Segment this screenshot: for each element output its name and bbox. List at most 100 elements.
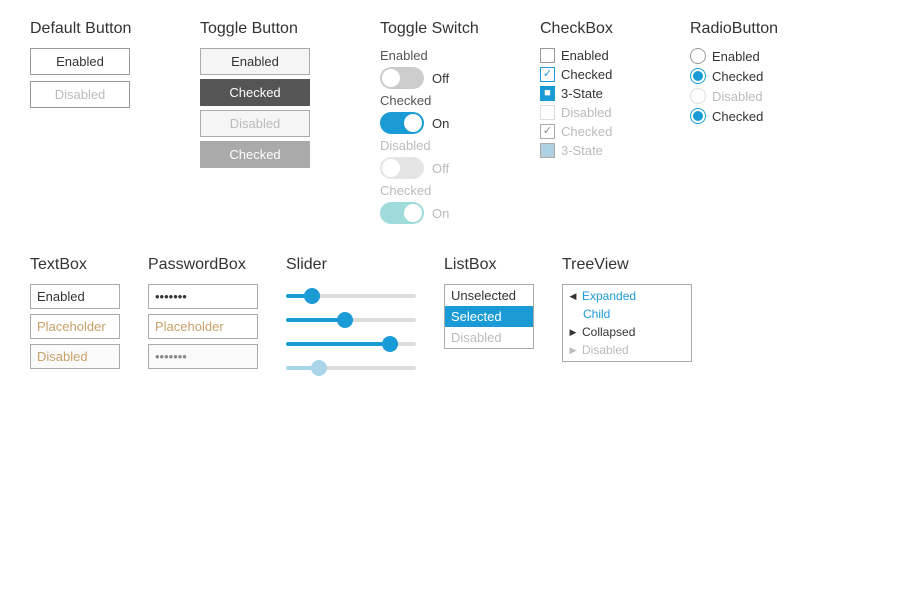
bottom-row: TextBox PasswordBox Slider (30, 256, 870, 380)
checkbox-row-disabled-tristate: ■ 3-State (540, 143, 603, 158)
slider-title: Slider (286, 256, 327, 274)
listbox: Unselected Selected Disabled (444, 284, 534, 349)
slider-track-1[interactable] (286, 294, 416, 298)
section-passwordbox: PasswordBox (148, 256, 258, 380)
radio-label-checked: Checked (712, 69, 763, 84)
radio-enabled[interactable] (690, 48, 706, 64)
tree-item-child[interactable]: Child (563, 305, 691, 323)
checkbox-label-disabled-checked: Checked (561, 124, 612, 139)
passwordbox-placeholder[interactable] (148, 314, 258, 339)
radio-inner-checked (693, 71, 703, 81)
tree-arrow-disabled-icon: ▶ (567, 344, 579, 356)
checkmark-icon: ✓ (543, 69, 552, 80)
toggle-button-disabled: Disabled (200, 110, 310, 137)
section-toggle-button: Toggle Button Enabled Checked Disabled C… (200, 20, 350, 226)
tree-arrow-collapsed-icon: ▶ (567, 326, 579, 338)
treeview: ◀ Expanded Child ▶ Collapsed ▶ Disabled (562, 284, 692, 362)
checkbox-label-disabled: Disabled (561, 105, 612, 120)
checkbox-label-checked: Checked (561, 67, 612, 82)
tree-item-disabled: ▶ Disabled (563, 341, 691, 359)
default-button-disabled: Disabled (30, 81, 130, 108)
switch-thumb-disabled-on (404, 204, 422, 222)
toggle-button-checked-dark[interactable]: Checked (200, 79, 310, 106)
toggle-button-checked-gray[interactable]: Checked (200, 141, 310, 168)
switch-label-on: On (432, 116, 482, 131)
passwordbox-title: PasswordBox (148, 256, 246, 274)
listbox-title: ListBox (444, 256, 496, 274)
top-row: Default Button Enabled Disabled Toggle B… (30, 20, 870, 226)
switch-disabled-off (380, 157, 424, 179)
checkbox-row-checked: ✓ Checked (540, 67, 612, 82)
switch-row-disabled-on: On (380, 202, 482, 224)
tree-label-child: Child (583, 307, 610, 321)
tree-item-expanded[interactable]: ◀ Expanded (563, 287, 691, 305)
section-toggle-switch: Toggle Switch Enabled Off Checked On Dis… (380, 20, 510, 226)
radio-row-checked: Checked (690, 68, 763, 84)
tree-item-collapsed[interactable]: ▶ Collapsed (563, 323, 691, 341)
toggle-switch-title: Toggle Switch (380, 20, 479, 38)
switch-thumb-disabled-off (382, 159, 400, 177)
checkbox-enabled[interactable] (540, 48, 555, 63)
toggle-switch-enabled-group: Enabled Off Checked On Disabled (380, 48, 482, 226)
switch-disabled-label: Disabled (380, 138, 482, 153)
slider-thumb-4 (311, 360, 327, 376)
checkbox-label-enabled: Enabled (561, 48, 609, 63)
toggle-button-title: Toggle Button (200, 20, 298, 38)
radio-checked2[interactable] (690, 108, 706, 124)
switch-checked-label: Checked (380, 93, 482, 108)
slider-thumb-2[interactable] (337, 312, 353, 328)
tree-label-collapsed: Collapsed (582, 325, 635, 339)
switch-off[interactable] (380, 67, 424, 89)
default-button-enabled[interactable]: Enabled (30, 48, 130, 75)
default-button-title: Default Button (30, 20, 131, 38)
slider-fill-3 (286, 342, 390, 346)
toggle-button-enabled[interactable]: Enabled (200, 48, 310, 75)
section-default-button: Default Button Enabled Disabled (30, 20, 170, 226)
radio-row-disabled: Disabled (690, 88, 763, 104)
section-treeview: TreeView ◀ Expanded Child ▶ Collapsed (562, 256, 692, 380)
switch-on[interactable] (380, 112, 424, 134)
checkbox-label-tristate: 3-State (561, 86, 603, 101)
checkmark-disabled-tristate-icon: ■ (544, 145, 551, 156)
treeview-title: TreeView (562, 256, 629, 274)
radio-checked[interactable] (690, 68, 706, 84)
radio-disabled (690, 88, 706, 104)
listbox-item-selected[interactable]: Selected (445, 306, 533, 327)
listbox-item-unselected[interactable]: Unselected (445, 285, 533, 306)
switch-label-disabled-on: On (432, 206, 482, 221)
section-radiobutton: RadioButton Enabled Checked Disabled (690, 20, 820, 226)
switch-checked-disabled-label: Checked (380, 183, 482, 198)
radio-label-disabled: Disabled (712, 89, 763, 104)
switch-label-off: Off (432, 71, 482, 86)
radiobutton-title: RadioButton (690, 20, 778, 38)
slider-track-2[interactable] (286, 318, 416, 322)
slider-thumb-1[interactable] (304, 288, 320, 304)
checkmark-disabled-icon: ✓ (543, 126, 552, 137)
passwordbox-enabled[interactable] (148, 284, 258, 309)
textbox-disabled (30, 344, 120, 369)
radio-label-checked2: Checked (712, 109, 763, 124)
textbox-title: TextBox (30, 256, 87, 274)
switch-thumb-off (382, 69, 400, 87)
checkbox-label-disabled-tristate: 3-State (561, 143, 603, 158)
checkbox-row-disabled-checked: ✓ Checked (540, 124, 612, 139)
checkmark-tristate-icon: ■ (544, 88, 551, 99)
textbox-placeholder[interactable] (30, 314, 120, 339)
checkbox-checked[interactable]: ✓ (540, 67, 555, 82)
slider-track-4 (286, 366, 416, 370)
radio-row-enabled: Enabled (690, 48, 760, 64)
slider-thumb-3[interactable] (382, 336, 398, 352)
slider-track-3[interactable] (286, 342, 416, 346)
checkbox-disabled-tristate: ■ (540, 143, 555, 158)
radio-row-checked2: Checked (690, 108, 763, 124)
radio-label-enabled: Enabled (712, 49, 760, 64)
checkbox-tristate[interactable]: ■ (540, 86, 555, 101)
section-slider: Slider (286, 256, 416, 380)
section-checkbox: CheckBox Enabled ✓ Checked ■ 3-State (540, 20, 660, 226)
textbox-enabled[interactable] (30, 284, 120, 309)
section-textbox: TextBox (30, 256, 120, 380)
checkbox-row-disabled: Disabled (540, 105, 612, 120)
checkbox-disabled-checked: ✓ (540, 124, 555, 139)
switch-row-disabled-off: Off (380, 157, 482, 179)
switch-row-off: Off (380, 67, 482, 89)
